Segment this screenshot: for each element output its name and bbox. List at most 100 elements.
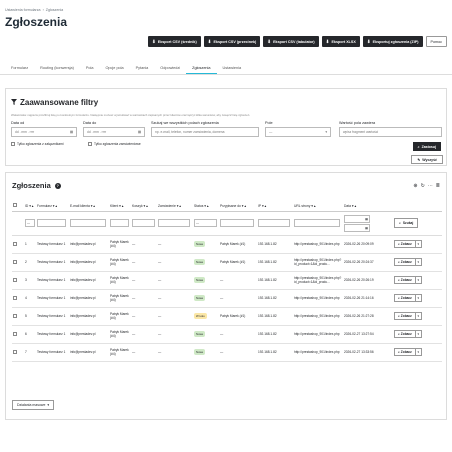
col-assigned[interactable]: Przypisane do ▾ ▴: [219, 201, 257, 212]
row-checkbox[interactable]: [13, 277, 17, 282]
grid-search-button[interactable]: ⌕ Szukaj: [394, 218, 419, 228]
row-checkbox[interactable]: [13, 259, 17, 264]
view-button[interactable]: ⌕ Zobacz: [394, 348, 416, 356]
view-button[interactable]: ⌕ Zobacz: [394, 312, 416, 320]
id-filter[interactable]: —: [25, 219, 35, 227]
tab-formularz[interactable]: Formularz: [5, 62, 34, 74]
checkbox[interactable]: [11, 142, 15, 146]
row-actions-dropdown[interactable]: ▾: [415, 258, 422, 266]
col-client[interactable]: Klient ▾ ▴: [109, 201, 131, 212]
global-search-input[interactable]: np. e-mail, telefon, numer zamówienia, d…: [151, 127, 259, 137]
view-button[interactable]: ⌕ Zobacz: [394, 258, 416, 266]
col-order[interactable]: Zamówienie ▾ ▴: [157, 201, 193, 212]
row-actions-dropdown[interactable]: ▾: [415, 294, 422, 302]
table-row[interactable]: 1 Testowy formularz 1 info@prestadev.pl Pat…: [12, 235, 442, 254]
export-csv-semicolon-button[interactable]: ⬇ Eksport CSV (średnik): [147, 36, 201, 47]
tab-ustawienia[interactable]: Ustawienia: [217, 62, 248, 74]
col-date[interactable]: Data ▾ ▴: [343, 201, 393, 212]
row-actions-dropdown[interactable]: ▾: [415, 276, 422, 284]
form-filter[interactable]: [37, 219, 67, 227]
refresh-icon[interactable]: ↻: [421, 183, 425, 189]
col-cart[interactable]: Koszyk ▾ ▴: [131, 201, 157, 212]
url-filter[interactable]: [294, 219, 340, 227]
advanced-filters-panel: Zaawansowane filtry Wskazówka: najpierw …: [5, 88, 447, 166]
table-row[interactable]: 4 Testowy formularz 1 info@prestadev.pl Pat…: [12, 289, 442, 308]
export-xlsx-button[interactable]: ⬇ Eksport XLSX: [321, 36, 360, 47]
apply-filters-button[interactable]: ⌕ Zastosuj: [412, 142, 441, 151]
table-row[interactable]: 3 Testowy formularz 1 info@prestadev.pl Pat…: [12, 271, 442, 290]
cell-ip: 192.168.1.82: [257, 289, 293, 308]
table-row[interactable]: 2 Testowy formularz 1 info@prestadev.pl Pat…: [12, 253, 442, 272]
cart-filter[interactable]: [132, 219, 155, 227]
tab-pytania[interactable]: Pytania: [130, 62, 155, 74]
add-icon[interactable]: ⊕: [413, 183, 417, 189]
table-row[interactable]: 7 Testowy formularz 1 info@prestadev.pl Pat…: [12, 343, 442, 362]
assigned-filter[interactable]: [220, 219, 255, 227]
col-ip[interactable]: IP ▾ ▴: [257, 201, 293, 212]
row-checkbox[interactable]: [13, 331, 17, 336]
clear-filters-button[interactable]: ✎ Wyczyść: [411, 155, 443, 164]
field-value-input[interactable]: wpisz fragment wartości: [339, 127, 442, 137]
bulk-actions-button[interactable]: Działania masowe ▾: [12, 400, 55, 410]
cell-client: Patryk Marek (#4): [109, 235, 131, 254]
col-status[interactable]: Status ▾ ▴: [193, 201, 219, 212]
view-button[interactable]: ⌕ Zobacz: [394, 294, 416, 302]
col-id[interactable]: ID ▾ ▴: [24, 201, 36, 212]
table-row[interactable]: 6 Testowy formularz 1 info@prestadev.pl Pat…: [12, 325, 442, 344]
export-csv-tab-button[interactable]: ⬇ Eksport CSV (tabulator): [263, 36, 319, 47]
field-select[interactable]: — ▾: [265, 127, 331, 137]
row-actions-dropdown[interactable]: ▾: [415, 330, 422, 338]
ip-filter[interactable]: [258, 219, 291, 227]
checkbox[interactable]: [88, 142, 92, 146]
search-icon: ⌕: [398, 278, 400, 282]
email-filter[interactable]: [70, 219, 107, 227]
tab-odpowiedzi[interactable]: Odpowiedzi: [154, 62, 186, 74]
tab-pola[interactable]: Pola: [80, 62, 100, 74]
row-actions-dropdown[interactable]: ▾: [415, 348, 422, 356]
tab-opcje-pola[interactable]: Opcje pola: [99, 62, 129, 74]
db-icon[interactable]: ≣: [436, 183, 440, 189]
row-actions-dropdown[interactable]: ▾: [415, 240, 422, 248]
view-button[interactable]: ⌕ Zobacz: [394, 240, 416, 248]
breadcrumb-item[interactable]: Ustawienia formularza: [5, 8, 41, 12]
cell-date: 2026-02-26 20:24:37: [343, 253, 393, 272]
table-row[interactable]: 5 Testowy formularz 1 info@prestadev.pl Pat…: [12, 307, 442, 326]
row-checkbox[interactable]: [13, 295, 17, 300]
download-icon: ⬇: [366, 38, 371, 44]
filters-description: Wskazówka: najpierw przefiltruj listę po…: [11, 113, 251, 117]
date-from-input[interactable]: dd . mm . rrrr ▦: [11, 127, 77, 137]
toolbar: ⬇ Eksport CSV (średnik) ⬇ Eksport CSV (prz…: [147, 36, 447, 47]
export-csv-comma-button[interactable]: ⬇ Eksport CSV (przecinek): [203, 36, 261, 47]
help-button[interactable]: Pomoc: [425, 36, 447, 47]
date-to-input[interactable]: dd . mm . rrrr ▦: [83, 127, 145, 137]
cell-cart: —: [131, 253, 157, 272]
select-all-checkbox[interactable]: [13, 203, 17, 208]
tab-zgloszenia[interactable]: Zgłoszenia: [186, 62, 217, 74]
cell-cart: —: [131, 289, 157, 308]
table-header-row: ID ▾ ▴ Formularz ▾ ▴ E-mail klienta ▾ ▴ …: [12, 201, 442, 212]
col-url[interactable]: URL strony ▾ ▴: [293, 201, 343, 212]
search-icon: ⌕: [398, 296, 400, 300]
orders-only-checkbox[interactable]: Tylko zgłoszenia zamówieniowe: [88, 142, 141, 146]
cell-url: http://prestashop_901/index.php: [293, 307, 343, 326]
help-icon[interactable]: ?: [54, 182, 61, 189]
row-checkbox[interactable]: [13, 349, 17, 354]
status-filter[interactable]: —: [194, 219, 217, 227]
row-actions-dropdown[interactable]: ▾: [415, 312, 422, 320]
row-checkbox[interactable]: [13, 241, 17, 246]
row-checkbox[interactable]: [13, 313, 17, 318]
date-filter-from[interactable]: ▦: [344, 214, 370, 223]
view-button[interactable]: ⌕ Zobacz: [394, 276, 416, 284]
tab-routing[interactable]: Routing (konwersja): [34, 62, 80, 74]
cell-id: 7: [24, 343, 36, 362]
date-filter-to[interactable]: ▦: [344, 223, 370, 232]
order-filter[interactable]: [158, 219, 191, 227]
view-button[interactable]: ⌕ Zobacz: [394, 330, 416, 338]
client-filter[interactable]: [110, 219, 129, 227]
more-icon[interactable]: ⋯: [428, 183, 433, 189]
export-zip-button[interactable]: ⬇ Eksportuj zgłoszenia (ZIP): [362, 36, 423, 47]
attachments-only-checkbox[interactable]: Tylko zgłoszenia z załącznikami: [11, 142, 64, 146]
cell-order: —: [157, 235, 193, 254]
col-email[interactable]: E-mail klienta ▾ ▴: [69, 201, 109, 212]
col-form[interactable]: Formularz ▾ ▴: [36, 201, 69, 212]
